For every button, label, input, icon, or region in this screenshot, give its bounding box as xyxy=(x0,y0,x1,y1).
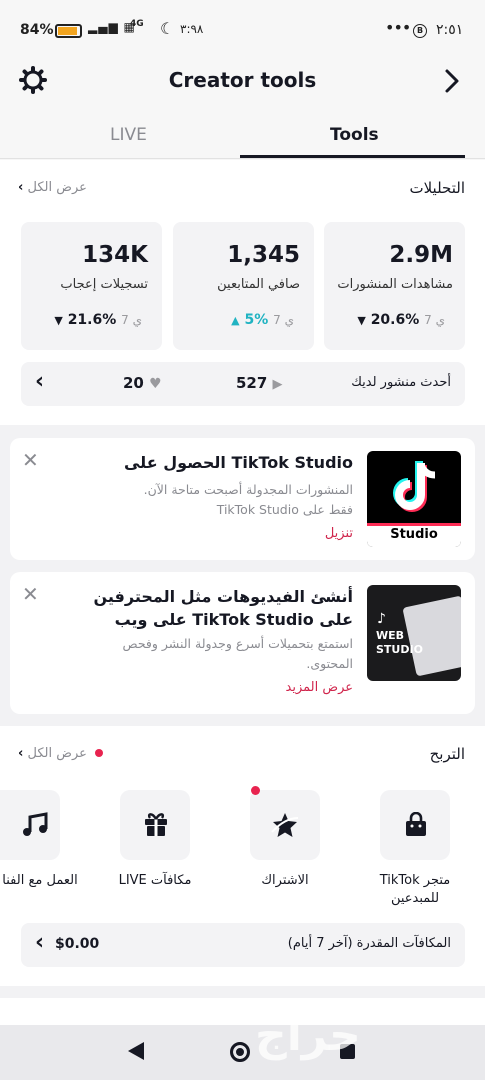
up-triangle-icon: ▲ xyxy=(231,314,240,327)
chevron-left-icon[interactable]: ‹ xyxy=(35,369,44,394)
promo-title: الحصول على TikTok Studio xyxy=(124,451,353,474)
play-icon: ▶ xyxy=(272,377,283,392)
gift-icon xyxy=(120,790,190,860)
chevron-right-icon[interactable] xyxy=(443,68,461,98)
battery-percent: 84% xyxy=(20,22,54,38)
download-link[interactable]: تنزيل xyxy=(325,526,353,541)
stat-change-value: 21.6% xyxy=(67,312,117,328)
tabs-divider xyxy=(0,158,485,159)
shopping-bag-icon xyxy=(380,790,450,860)
notification-dot xyxy=(251,786,260,795)
tool-live-rewards[interactable]: مكافآت LIVE xyxy=(105,790,205,920)
stat-value: 134K xyxy=(82,242,148,268)
signal-icons: ▂▄▆ ▦ xyxy=(88,20,136,34)
monetization-view-all[interactable]: ‹ عرض الكل xyxy=(18,746,104,761)
stat-change-value: 5% xyxy=(244,312,269,328)
tiktok-small-icon: ♪ xyxy=(377,611,386,627)
tool-tiktok-shop[interactable]: متجر TikTok للمبدعين xyxy=(365,790,465,920)
more-dots-icon: ••• xyxy=(385,18,411,37)
close-icon[interactable]: ✕ xyxy=(22,582,39,606)
clock: ٢:٥١ xyxy=(436,22,464,38)
stat-change: ▼ 20.6% 7 ي xyxy=(357,312,445,328)
likes-count: 20 ♥ xyxy=(123,374,162,392)
heart-icon: ♥ xyxy=(149,376,162,392)
latest-post-label: أحدث منشور لديك xyxy=(351,375,451,390)
stat-period: 7 ي xyxy=(121,313,142,327)
web-studio-thumbnail[interactable]: ♪ WEB STUDIO xyxy=(367,585,461,681)
tab-tools[interactable]: Tools xyxy=(330,125,379,145)
stat-period: 7 ي xyxy=(273,313,294,327)
studio-thumb-label: Studio xyxy=(390,527,438,542)
page-title: Creator tools xyxy=(168,68,317,92)
tool-label: متجر TikTok للمبدعين xyxy=(379,873,451,906)
promo-subtitle: استمتع بتحميلات أسرع وجدولة النشر وفحص ا… xyxy=(122,636,353,671)
stat-change-value: 20.6% xyxy=(370,312,420,328)
moon-icon: ☾ xyxy=(160,19,175,38)
down-triangle-icon: ▼ xyxy=(357,314,366,327)
stat-value: 2.9M xyxy=(389,242,453,268)
promo-title-en: TikTok Studio xyxy=(231,453,353,472)
network-type: 4G xyxy=(130,19,144,29)
stat-label: صافي المتابعين xyxy=(217,277,300,292)
subscription-star-icon xyxy=(250,790,320,860)
back-triangle-icon[interactable] xyxy=(128,1042,144,1060)
close-icon[interactable]: ✕ xyxy=(22,448,39,472)
tool-work-with-artists[interactable]: العمل مع الفنا xyxy=(0,790,78,920)
views-count: 527 ▶ xyxy=(236,374,283,392)
stat-change: ▼ 21.6% 7 ي xyxy=(54,312,142,328)
views-value: 527 xyxy=(236,374,268,392)
analytics-title: التحليلات xyxy=(409,179,465,197)
likes-value: 20 xyxy=(123,374,144,392)
promo-title: أنشئ الفيديوهات مثل المحترفين على TikTok… xyxy=(93,587,353,629)
tool-label: الاشتراك xyxy=(261,873,309,888)
stat-card-net-followers[interactable]: 1,345 صافي المتابعين ▲ 5% 7 ي xyxy=(173,222,314,350)
web-studio-label-1: WEB xyxy=(376,629,405,642)
active-tab-indicator xyxy=(240,155,465,158)
stat-card-likes[interactable]: 134K تسجيلات إعجاب ▼ 21.6% 7 ي xyxy=(21,222,162,350)
chevron-left-icon: ‹ xyxy=(18,180,24,195)
stat-change: ▲ 5% 7 ي xyxy=(231,312,294,328)
monetization-title: التربح xyxy=(429,745,465,763)
analytics-view-all[interactable]: ‹ عرض الكل xyxy=(18,180,87,195)
estimated-rewards-label: المكافآت المقدرة (آخر 7 أيام) xyxy=(287,936,451,951)
view-all-label: عرض الكل xyxy=(27,180,87,195)
home-circle-icon[interactable] xyxy=(230,1042,250,1062)
tool-label: العمل مع الفنا xyxy=(2,873,78,888)
battery-icon xyxy=(55,24,82,38)
estimated-rewards-value: $0.00 xyxy=(55,936,100,952)
chevron-left-icon: ‹ xyxy=(35,930,45,955)
estimated-rewards-row[interactable]: المكافآت المقدرة (آخر 7 أيام) $0.00 ‹ xyxy=(21,923,465,967)
promo-card-tiktok-studio: Studio الحصول على TikTok Studio المنشورا… xyxy=(10,438,475,560)
tab-live[interactable]: LIVE xyxy=(110,125,147,145)
tool-label: مكافآت LIVE xyxy=(118,873,192,888)
promo-title-ar: الحصول على xyxy=(123,453,226,472)
studio-thumbnail[interactable]: Studio xyxy=(367,451,461,547)
music-note-icon xyxy=(0,790,60,860)
web-studio-label-2: STUDIO xyxy=(376,643,423,656)
stat-value: 1,345 xyxy=(227,242,300,268)
down-triangle-icon: ▼ xyxy=(54,314,63,327)
chevron-left-icon: ‹ xyxy=(18,746,24,761)
status-bar: 84% ▂▄▆ ▦ 4G ☾ ٣:٩٨ ••• B ٢:٥١ xyxy=(0,0,485,60)
next-section-peek xyxy=(0,998,485,1028)
stat-period: 7 ي xyxy=(424,313,445,327)
system-nav-bar xyxy=(0,1025,485,1080)
stat-card-post-views[interactable]: 2.9M مشاهدات المنشورات ▼ 20.6% 7 ي xyxy=(324,222,465,350)
latest-post-row[interactable]: أحدث منشور لديك 527 ▶ 20 ♥ ‹ xyxy=(21,362,465,406)
tool-subscription[interactable]: الاشتراك xyxy=(235,786,335,920)
see-more-link[interactable]: عرض المزيد xyxy=(286,680,353,695)
haraj-watermark: حراج xyxy=(255,1010,361,1061)
b-icon: B xyxy=(413,24,427,38)
status-time-small: ٣:٩٨ xyxy=(180,22,204,36)
view-all-label: عرض الكل xyxy=(27,746,87,761)
promo-card-web-studio: ♪ WEB STUDIO أنشئ الفيديوهات مثل المحترف… xyxy=(10,572,475,714)
promo-subtitle: المنشورات المجدولة أصبحت متاحة الآن. فقط… xyxy=(143,482,353,517)
stat-label: تسجيلات إعجاب xyxy=(60,277,148,292)
stat-label: مشاهدات المنشورات xyxy=(337,277,453,292)
notification-dot xyxy=(95,749,104,757)
